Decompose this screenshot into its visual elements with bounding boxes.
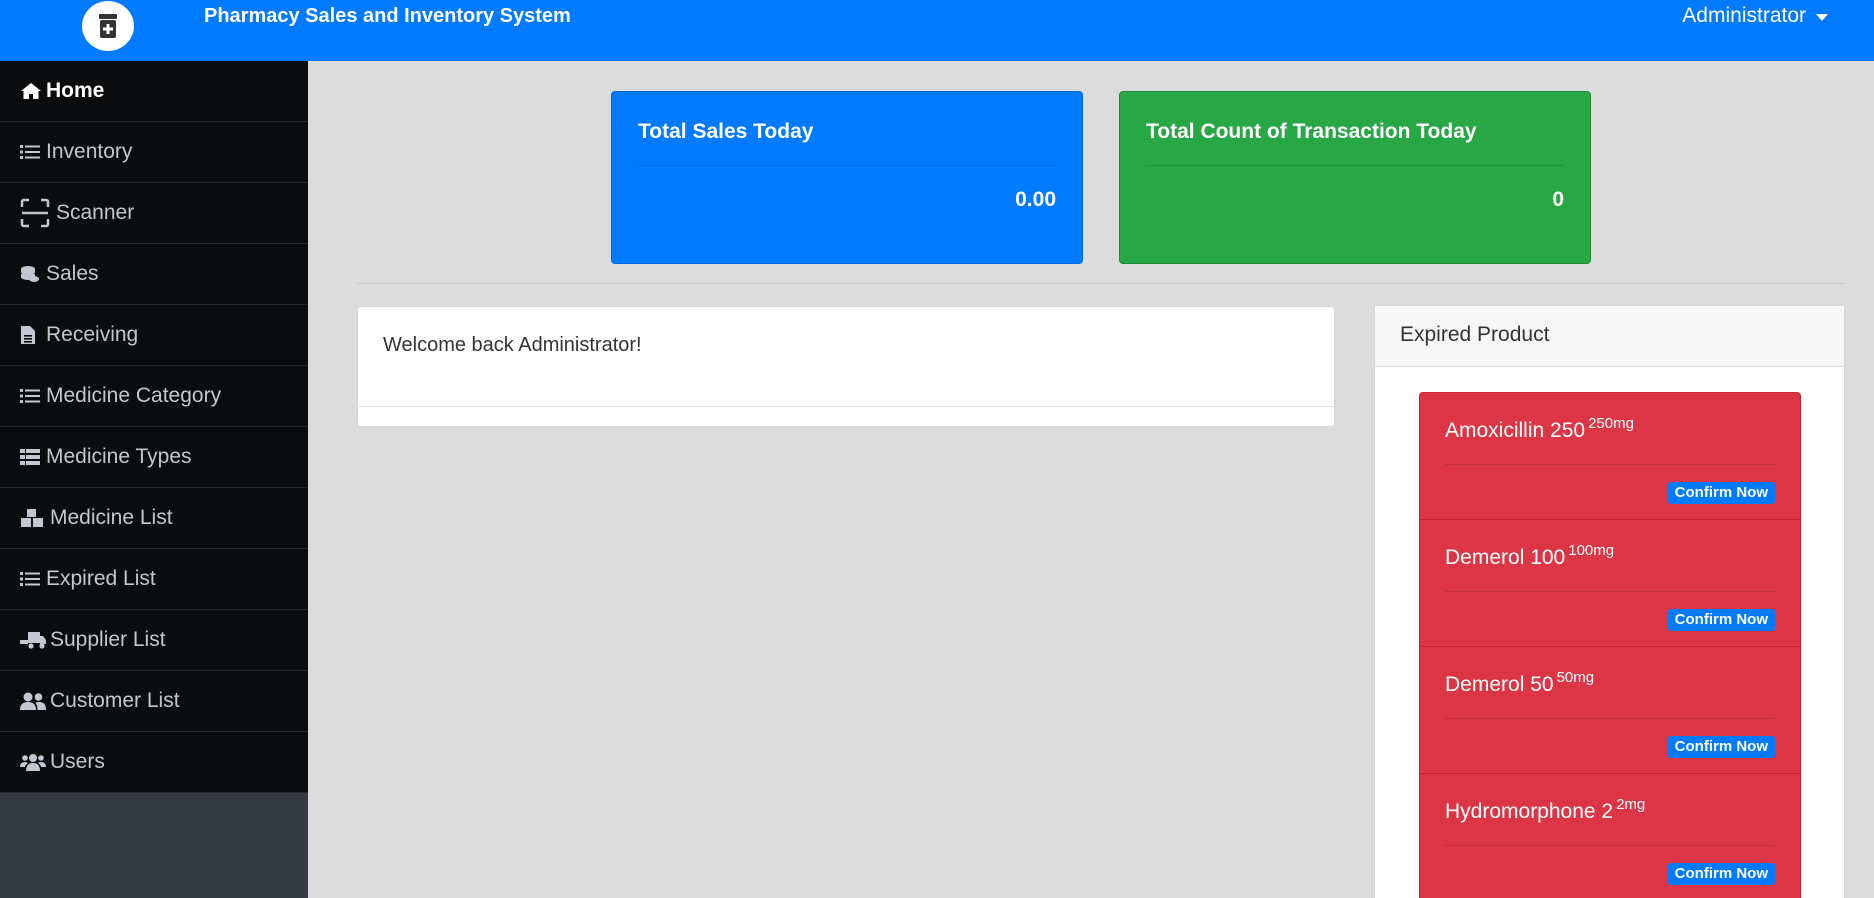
- product-name: Hydromorphone 2: [1445, 800, 1614, 823]
- list-icon: [20, 141, 42, 163]
- item-divider: [1445, 464, 1775, 465]
- pharmacy-logo-icon: [82, 1, 134, 51]
- product-name: Amoxicillin 250: [1445, 419, 1586, 442]
- user-menu-dropdown[interactable]: Administrator: [1682, 4, 1828, 28]
- total-sales-value: 0.00: [1015, 188, 1056, 211]
- confirm-now-button[interactable]: Confirm Now: [1667, 863, 1775, 885]
- transaction-count-title: Total Count of Transaction Today: [1146, 120, 1477, 143]
- coins-icon: [20, 263, 42, 285]
- sidebar-nav: Home Inventory Scanner Sales Receiving M…: [0, 61, 308, 793]
- total-sales-card: Total Sales Today 0.00: [611, 91, 1083, 264]
- sidebar-item-expired-list[interactable]: Expired List: [0, 549, 308, 610]
- sidebar-item-inventory[interactable]: Inventory: [0, 122, 308, 183]
- product-unit: 2mg: [1616, 796, 1646, 813]
- sidebar-item-label: Expired List: [46, 567, 156, 590]
- item-divider: [1445, 718, 1775, 719]
- sidebar-item-label: Medicine Types: [46, 445, 192, 468]
- sidebar-item-users[interactable]: Users: [0, 732, 308, 793]
- sidebar-item-supplier-list[interactable]: Supplier List: [0, 610, 308, 671]
- product-name: Demerol 100: [1445, 546, 1566, 569]
- file-icon: [20, 324, 42, 346]
- sidebar-item-home[interactable]: Home: [0, 61, 308, 122]
- sidebar-item-label: Inventory: [46, 140, 133, 163]
- transaction-count-value: 0: [1552, 188, 1564, 211]
- item-divider: [1445, 591, 1775, 592]
- section-divider: [357, 283, 1845, 284]
- expired-product-list: Amoxicillin 250 250mg Confirm Now Demerol…: [1419, 392, 1801, 898]
- sidebar-item-customer-list[interactable]: Customer List: [0, 671, 308, 732]
- product-unit: 250mg: [1588, 415, 1634, 432]
- user-friends-icon: [20, 690, 46, 712]
- scan-icon: [20, 198, 52, 228]
- sidebar-item-label: Users: [50, 750, 105, 773]
- card-divider: [1146, 165, 1564, 166]
- expired-product-item: Amoxicillin 250 250mg Confirm Now: [1420, 393, 1800, 520]
- confirm-now-button[interactable]: Confirm Now: [1667, 609, 1775, 631]
- users-icon: [20, 751, 46, 773]
- sidebar-item-label: Home: [46, 79, 105, 102]
- sidebar: Home Inventory Scanner Sales Receiving M…: [0, 61, 308, 898]
- table-icon: [20, 446, 42, 468]
- sidebar-item-receiving[interactable]: Receiving: [0, 305, 308, 366]
- caret-down-icon: [1816, 13, 1828, 21]
- sidebar-item-label: Scanner: [56, 201, 135, 224]
- expired-product-item: Demerol 100 100mg Confirm Now: [1420, 520, 1800, 647]
- transaction-count-card: Total Count of Transaction Today 0: [1119, 91, 1591, 264]
- sidebar-item-label: Medicine Category: [46, 384, 222, 407]
- sidebar-item-label: Supplier List: [50, 628, 166, 651]
- confirm-now-button[interactable]: Confirm Now: [1667, 482, 1775, 504]
- sidebar-item-label: Sales: [46, 262, 99, 285]
- item-divider: [1445, 845, 1775, 846]
- truck-icon: [20, 629, 46, 651]
- sidebar-item-scanner[interactable]: Scanner: [0, 183, 308, 244]
- top-navbar: Pharmacy Sales and Inventory System Admi…: [0, 0, 1874, 61]
- product-unit: 100mg: [1568, 542, 1615, 559]
- list-icon: [20, 568, 42, 590]
- boxes-icon: [20, 507, 46, 529]
- sidebar-item-medicine-types[interactable]: Medicine Types: [0, 427, 308, 488]
- card-divider: [638, 165, 1056, 166]
- sidebar-item-sales[interactable]: Sales: [0, 244, 308, 305]
- home-icon: [20, 80, 42, 102]
- confirm-now-button[interactable]: Confirm Now: [1667, 736, 1775, 758]
- expired-product-item: Demerol 50 50mg Confirm Now: [1420, 647, 1800, 774]
- sidebar-item-label: Receiving: [46, 323, 139, 346]
- sidebar-item-medicine-list[interactable]: Medicine List: [0, 488, 308, 549]
- sidebar-item-label: Customer List: [50, 689, 180, 712]
- user-name: Administrator: [1682, 4, 1806, 27]
- sidebar-item-medicine-category[interactable]: Medicine Category: [0, 366, 308, 427]
- list-icon: [20, 385, 42, 407]
- welcome-message: Welcome back Administrator!: [358, 307, 1334, 407]
- expired-product-header: Expired Product: [1375, 306, 1844, 367]
- sidebar-item-label: Medicine List: [50, 506, 173, 529]
- expired-product-item: Hydromorphone 2 2mg Confirm Now: [1420, 774, 1800, 898]
- app-title: Pharmacy Sales and Inventory System: [204, 5, 571, 27]
- product-unit: 50mg: [1556, 669, 1595, 686]
- expired-product-panel: Expired Product Amoxicillin 250 250mg Con…: [1374, 305, 1845, 898]
- total-sales-title: Total Sales Today: [638, 120, 814, 143]
- product-name: Demerol 50: [1445, 673, 1554, 696]
- welcome-card: Welcome back Administrator!: [357, 306, 1335, 427]
